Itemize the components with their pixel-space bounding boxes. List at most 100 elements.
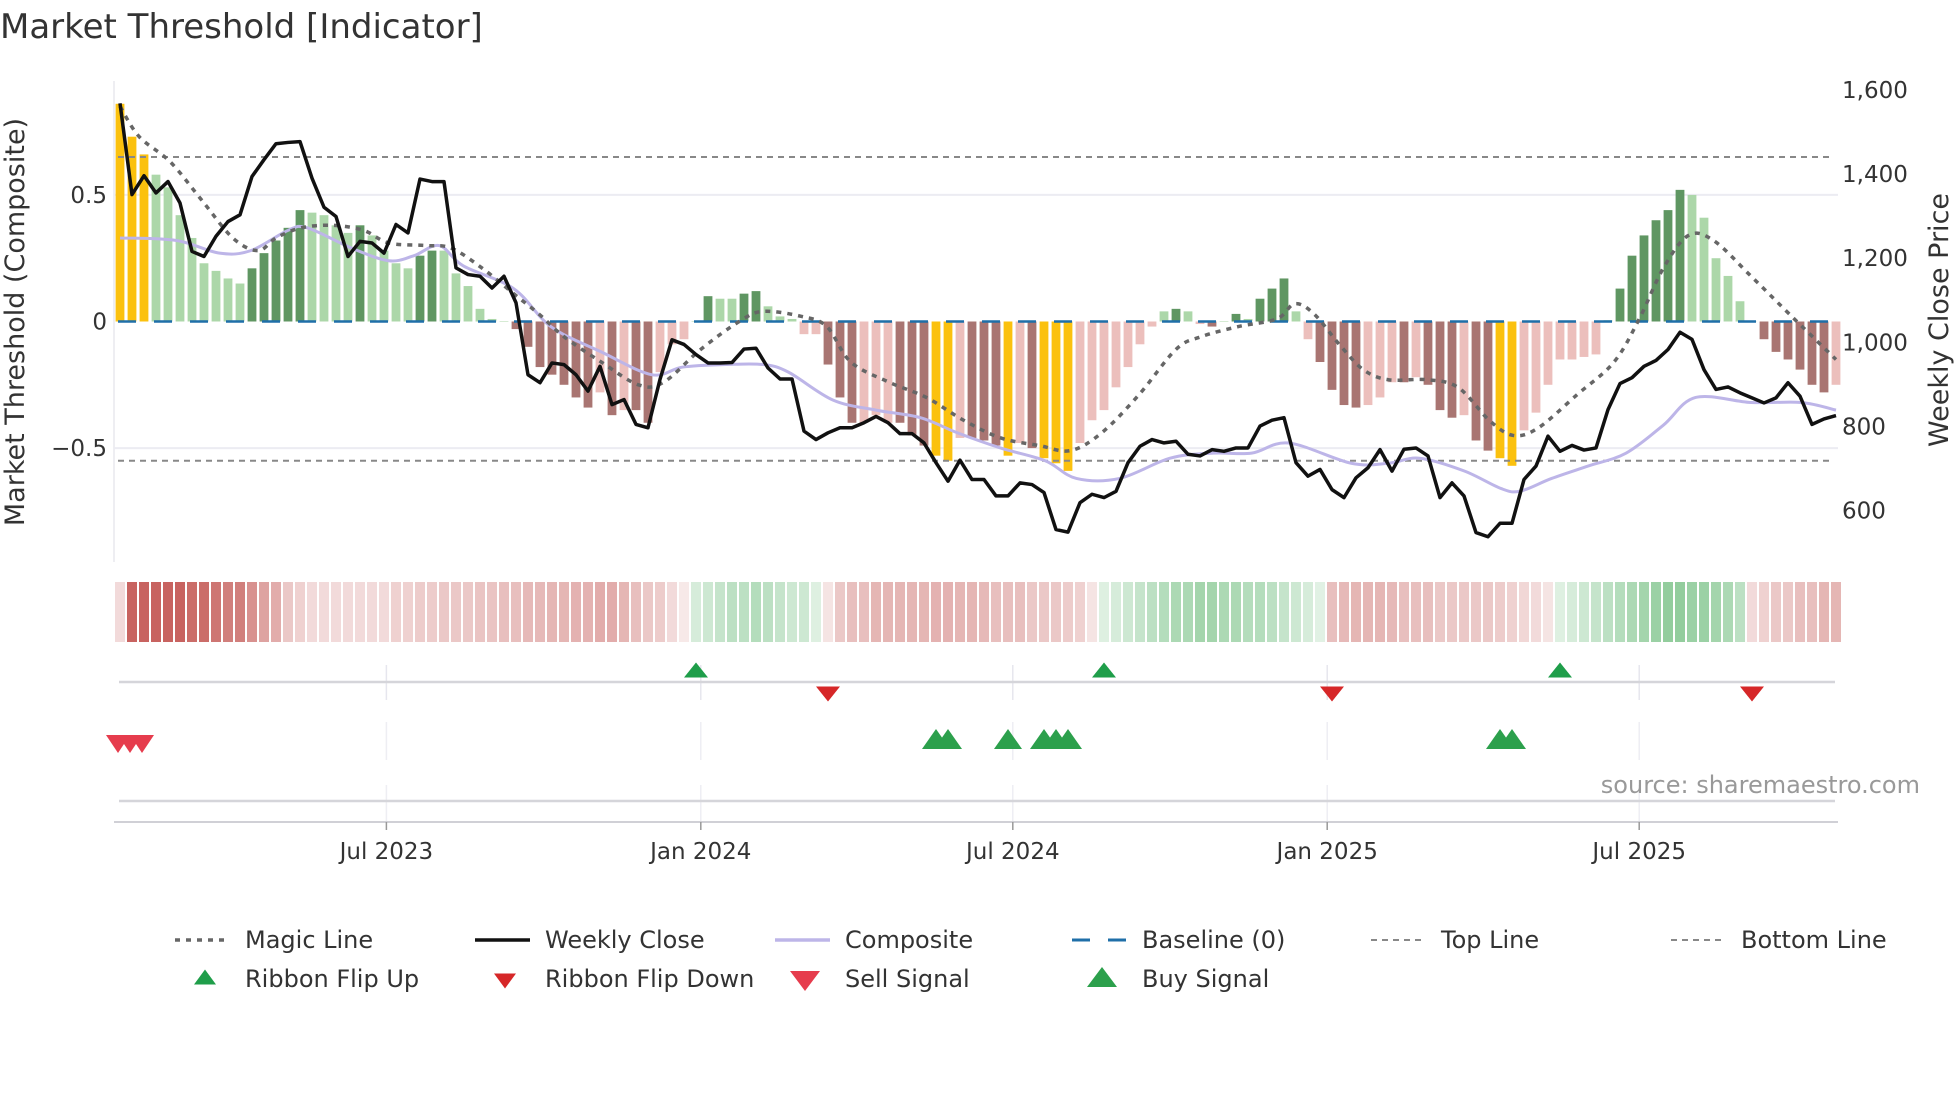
right-tick-label: 600 xyxy=(1842,499,1886,525)
ribbon-flip-down-marker xyxy=(1740,686,1764,702)
ribbon-cell xyxy=(1795,582,1805,642)
ribbon-cell xyxy=(931,582,941,642)
right-tick-label: 800 xyxy=(1842,414,1886,440)
ribbon-cell xyxy=(271,582,281,642)
composite-bar xyxy=(1075,321,1085,444)
ribbon-cell xyxy=(235,582,245,642)
ribbon-cell xyxy=(463,582,473,642)
ribbon-cell xyxy=(1099,582,1109,642)
ribbon-cell xyxy=(607,582,617,642)
ribbon-cell xyxy=(1567,582,1577,642)
ribbon-cell xyxy=(1663,582,1673,642)
ribbon-cell xyxy=(1495,582,1505,642)
ribbon-cell xyxy=(1723,582,1733,642)
ribbon-cell xyxy=(631,582,641,642)
ribbon-cell xyxy=(1003,582,1013,642)
composite-bar xyxy=(1459,321,1469,416)
ribbon-cell xyxy=(847,582,857,642)
ribbon-cell xyxy=(739,582,749,642)
composite-bar xyxy=(451,273,461,322)
composite-bar xyxy=(391,263,401,322)
ribbon-cell xyxy=(571,582,581,642)
composite-bar xyxy=(1819,321,1829,393)
ribbon-cell xyxy=(1735,582,1745,642)
ribbon-cell xyxy=(1627,582,1637,642)
ribbon-cell xyxy=(775,582,785,642)
ribbon-cell xyxy=(115,582,125,642)
composite-bar xyxy=(1327,321,1337,390)
left-tick-label: −0.5 xyxy=(51,436,107,462)
composite-bar xyxy=(943,321,953,461)
composite-bar xyxy=(763,306,773,322)
composite-bar xyxy=(1471,321,1481,441)
ribbon-cell xyxy=(919,582,929,642)
ribbon-cell xyxy=(151,582,161,642)
composite-bar xyxy=(703,296,713,322)
ribbon-cell xyxy=(1375,582,1385,642)
ribbon-cell xyxy=(343,582,353,642)
composite-bar xyxy=(931,321,941,456)
ribbon-cell xyxy=(787,582,797,642)
ribbon-cell xyxy=(1819,582,1829,642)
ribbon-cell xyxy=(1447,582,1457,642)
signal-panel xyxy=(106,662,1835,822)
ribbon-cell xyxy=(283,582,293,642)
composite-bar xyxy=(1387,321,1397,383)
legend-label: Sell Signal xyxy=(845,965,970,993)
ribbon-cell xyxy=(763,582,773,642)
ribbon-cell xyxy=(727,582,737,642)
ribbon-cell xyxy=(451,582,461,642)
ribbon-cell xyxy=(187,582,197,642)
ribbon-cell xyxy=(1075,582,1085,642)
composite-bar xyxy=(559,321,569,385)
ribbon-cell xyxy=(871,582,881,642)
composite-bar xyxy=(919,321,929,446)
composite-bar xyxy=(1591,321,1601,355)
ribbon-cell xyxy=(391,582,401,642)
source-credit: source: sharemaestro.com xyxy=(1601,771,1920,799)
ribbon-cell xyxy=(1591,582,1601,642)
legend-label: Baseline (0) xyxy=(1142,926,1285,954)
composite-bar xyxy=(1663,210,1673,322)
composite-bar xyxy=(1159,311,1169,322)
ribbon-cell xyxy=(1651,582,1661,642)
ribbon-flip-down-marker xyxy=(1320,686,1344,702)
ribbon-cell xyxy=(1015,582,1025,642)
composite-bar xyxy=(1687,194,1697,322)
ribbon-cell xyxy=(319,582,329,642)
ribbon-cell xyxy=(1219,582,1229,642)
ribbon-cell xyxy=(583,582,593,642)
composite-bar xyxy=(463,286,473,322)
composite-bar xyxy=(907,321,917,436)
ribbon-cell xyxy=(799,582,809,642)
triangle-up-icon xyxy=(194,969,216,985)
composite-bar xyxy=(199,263,209,322)
composite-bar xyxy=(1267,288,1277,322)
ribbon-cell xyxy=(943,582,953,642)
triangle-down-icon xyxy=(790,971,820,991)
composite-bar xyxy=(1723,275,1733,322)
ribbon-cell xyxy=(487,582,497,642)
ribbon-cell xyxy=(907,582,917,642)
legend-item-top-line: Top Line xyxy=(1371,926,1539,954)
composite-bar xyxy=(1375,321,1385,398)
left-axis-ticks: 0.5 0 −0.5 xyxy=(51,183,107,462)
ribbon-cell xyxy=(1195,582,1205,642)
ribbon-cell xyxy=(1555,582,1565,642)
ribbon-cell xyxy=(1699,582,1709,642)
ribbon-cell xyxy=(175,582,185,642)
composite-bar xyxy=(1435,321,1445,411)
ribbon-cell xyxy=(1687,582,1697,642)
ribbon-cell xyxy=(1747,582,1757,642)
composite-bar xyxy=(1519,321,1529,431)
ribbon-cell xyxy=(1183,582,1193,642)
composite-bar xyxy=(259,253,269,322)
legend-label: Ribbon Flip Down xyxy=(545,965,754,993)
composite-bar xyxy=(1027,321,1037,449)
composite-bar xyxy=(1555,321,1565,360)
ribbon-cell xyxy=(715,582,725,642)
composite-bar xyxy=(1219,321,1229,322)
composite-bar xyxy=(247,268,257,322)
ribbon-cell xyxy=(199,582,209,642)
legend-item-composite: Composite xyxy=(775,926,973,954)
